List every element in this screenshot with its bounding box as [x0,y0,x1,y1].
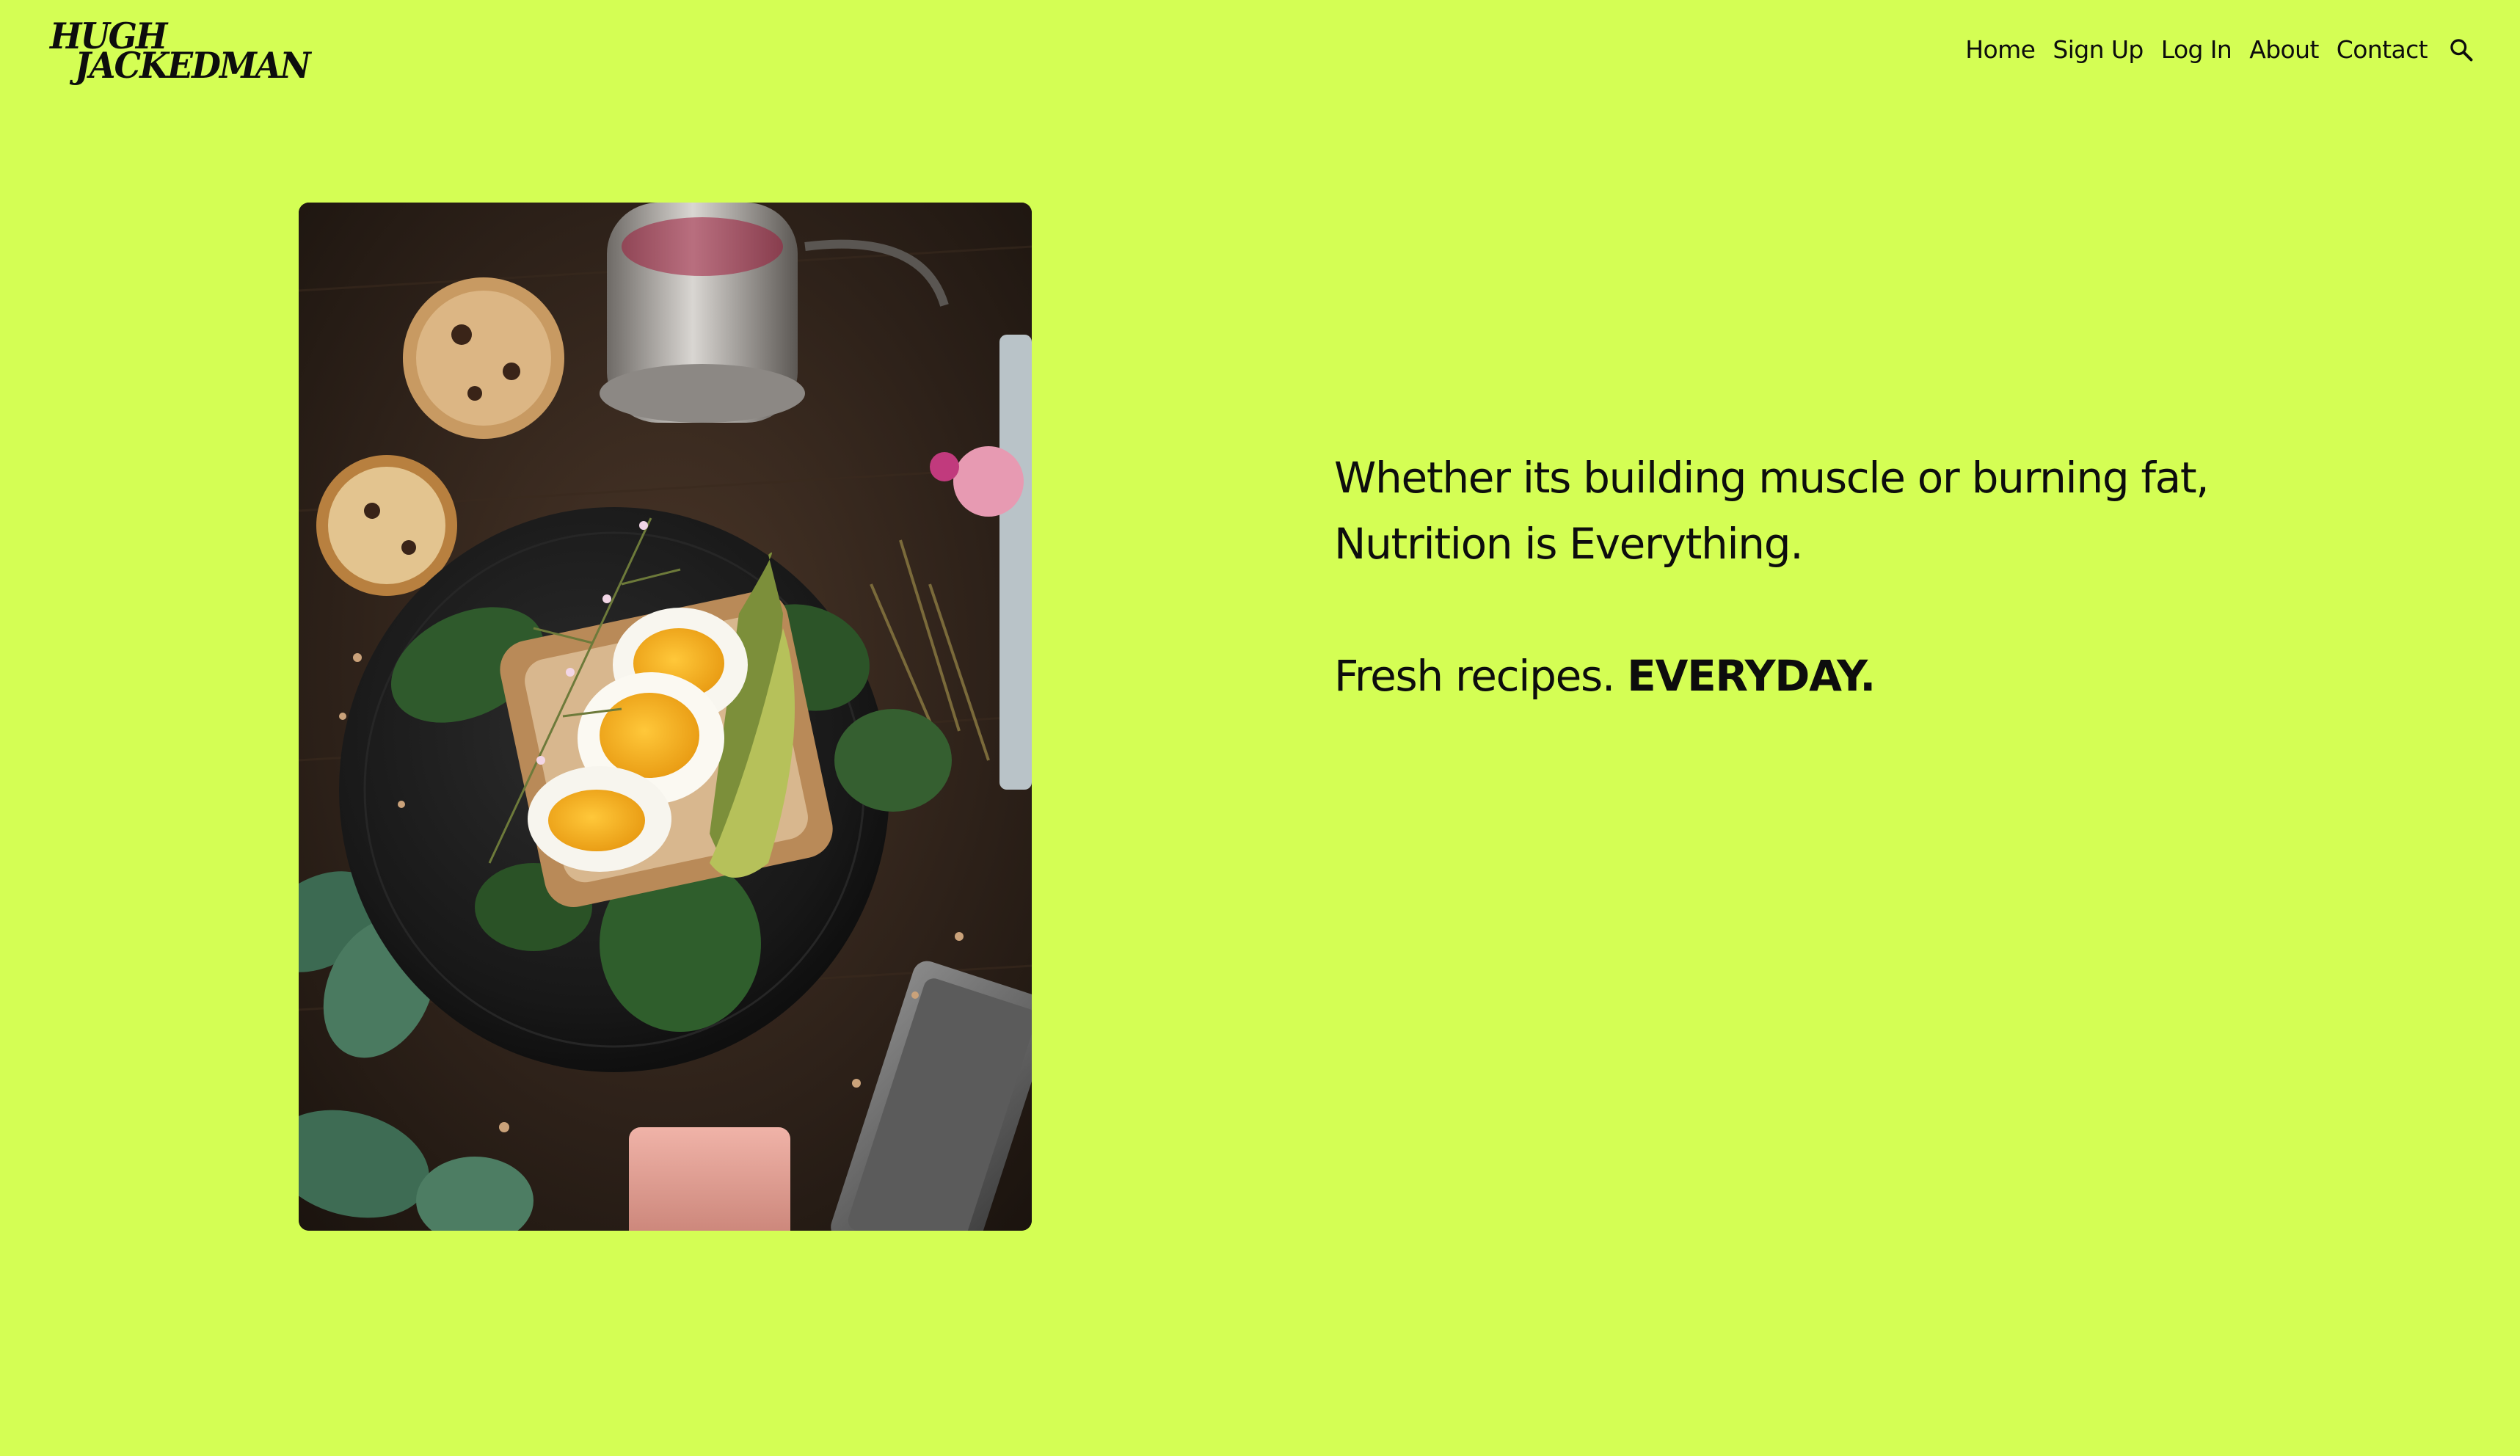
hero-headline-line-1: Whether its building muscle or burning f… [1334,453,2210,503]
hero-copy: Whether its building muscle or burning f… [1334,445,2288,709]
hero-headline-line-2: Nutrition is Everything. [1334,519,1804,569]
tagline-regular: Fresh recipes. [1334,651,1615,701]
search-button[interactable] [2447,35,2476,65]
logo-line-2: JACKEDMAN [75,44,311,87]
site-logo[interactable]: HUGH JACKEDMAN [50,18,326,87]
nav-link-about[interactable]: About [2249,29,2319,70]
hero-headline: Whether its building muscle or burning f… [1334,445,2288,577]
hero-food-photo [299,203,1032,1231]
tagline-bold: EVERYDAY. [1627,651,1876,701]
food-photo-icon [299,203,1032,1231]
nav-link-sign-up[interactable]: Sign Up [2053,29,2144,70]
search-icon [2450,39,2473,62]
hero-tagline: Fresh recipes. EVERYDAY. [1334,643,2288,709]
main-nav: Home Sign Up Log In About Contact [1965,29,2476,70]
nav-link-log-in[interactable]: Log In [2161,29,2232,70]
nav-link-contact[interactable]: Contact [2337,29,2428,70]
nav-link-home[interactable]: Home [1965,29,2036,70]
